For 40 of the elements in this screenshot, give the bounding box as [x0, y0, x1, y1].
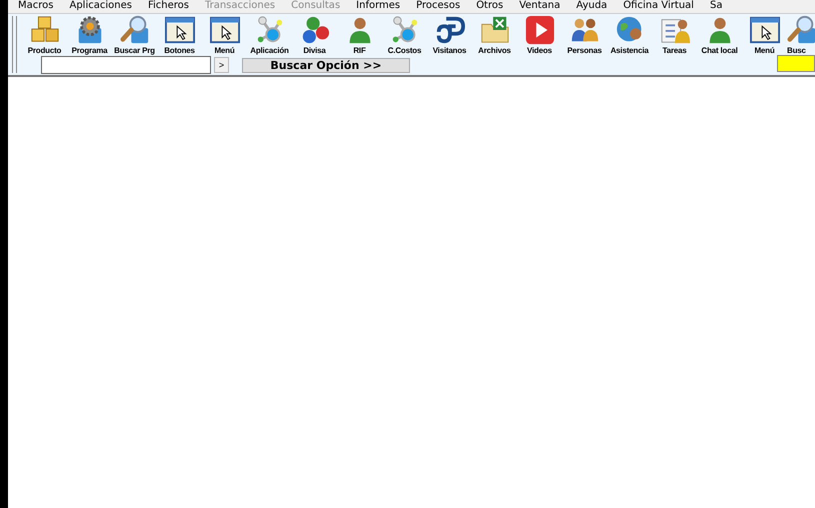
search-option-button[interactable]: Buscar Opción >> [242, 58, 410, 72]
folder-icon [480, 15, 510, 45]
menu-item[interactable]: Macros [18, 0, 54, 13]
menu-item[interactable]: Sa [710, 0, 722, 13]
menu-item[interactable]: Ventana [519, 0, 560, 13]
toolbar-button[interactable]: Personas [562, 14, 607, 55]
menu-item[interactable]: Ayuda [576, 0, 608, 13]
toolbar-button[interactable]: Asistencia [607, 14, 652, 55]
menu-item[interactable]: Otros [476, 0, 504, 13]
toolbar-button[interactable]: Visitanos [427, 14, 472, 55]
menu-item[interactable]: Aplicaciones [69, 0, 132, 13]
toolbar-button[interactable]: Programa [67, 14, 112, 55]
menu-item[interactable]: Ficheros [148, 0, 189, 13]
magnifier-icon [120, 15, 150, 45]
toolbar-button[interactable]: RIF [337, 14, 382, 55]
search-field[interactable] [41, 56, 211, 74]
toolbar-button[interactable]: Tareas [652, 14, 697, 55]
magnifier-icon [787, 15, 815, 45]
toolbar-button[interactable]: Videos [517, 14, 562, 55]
toolbar-button[interactable]: Divisa [292, 14, 337, 55]
toolbar-button[interactable]: Botones [157, 14, 202, 55]
status-indicator [777, 55, 815, 72]
window-icon [164, 15, 194, 45]
toolbar-button[interactable]: Aplicación [247, 14, 292, 55]
menu-item[interactable]: Oficina Virtual [623, 0, 694, 13]
window-icon [210, 15, 240, 45]
window-icon [750, 15, 780, 45]
toolbar-button[interactable]: Archivos [472, 14, 517, 55]
menu-item[interactable]: Informes [356, 0, 400, 13]
toolbar-button[interactable]: Buscar Prg [112, 14, 157, 55]
toolbar-button[interactable]: C.Costos [382, 14, 427, 55]
toolbar-button[interactable]: Producto [22, 14, 67, 55]
toolbar-button[interactable]: Chat local [697, 14, 742, 55]
toolbar-button[interactable]: Menú [742, 14, 787, 55]
go-button[interactable]: > [214, 57, 229, 73]
play-icon [524, 15, 554, 45]
menu-item[interactable]: Procesos [416, 0, 460, 13]
curve-icon [434, 15, 464, 45]
toolbar-button[interactable]: Menú [202, 14, 247, 55]
toolbar-button[interactable]: Busc [787, 14, 811, 55]
